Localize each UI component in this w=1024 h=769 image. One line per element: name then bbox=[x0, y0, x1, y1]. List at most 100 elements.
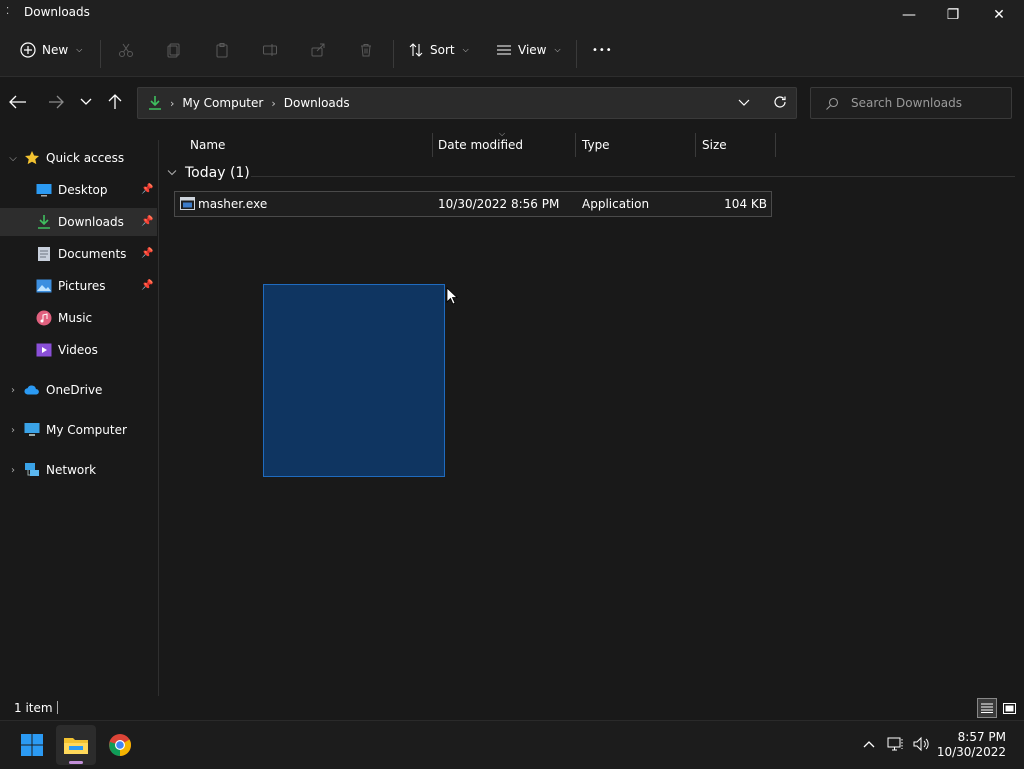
nav-label: Documents bbox=[58, 247, 127, 261]
search-box[interactable]: Search Downloads bbox=[810, 87, 1012, 119]
tiles-view-button[interactable] bbox=[999, 698, 1019, 718]
chevron-down-icon[interactable]: ⌵ bbox=[6, 153, 20, 164]
network-tray-button[interactable] bbox=[885, 733, 907, 755]
paste-button[interactable] bbox=[214, 30, 230, 70]
show-hidden-icons-button[interactable] bbox=[858, 733, 880, 755]
breadcrumb: › My Computer › Downloads bbox=[148, 95, 350, 111]
sort-button[interactable]: Sort ⌵ bbox=[408, 30, 469, 70]
chevron-down-icon: ⌵ bbox=[462, 45, 469, 54]
pin-icon[interactable]: 📌 bbox=[141, 216, 153, 228]
taskbar-file-explorer[interactable] bbox=[56, 725, 96, 765]
item-count: 1 item bbox=[14, 701, 53, 715]
status-divider bbox=[57, 701, 58, 714]
table-row[interactable]: masher.exe 10/30/2022 8:56 PM Applicatio… bbox=[174, 191, 772, 217]
clipboard-icon bbox=[216, 43, 228, 58]
column-header-date[interactable]: Date modified bbox=[438, 133, 523, 157]
pin-icon[interactable]: 📌 bbox=[141, 248, 153, 260]
view-button[interactable]: View ⌵ bbox=[496, 30, 561, 70]
app-icon: ⁚ bbox=[6, 6, 10, 17]
computer-icon bbox=[24, 422, 40, 438]
chevron-right-icon[interactable]: › bbox=[6, 425, 20, 436]
nav-my-computer[interactable]: › My Computer bbox=[0, 416, 157, 444]
address-history-button[interactable] bbox=[738, 96, 750, 110]
nav-onedrive[interactable]: › OneDrive bbox=[0, 376, 157, 404]
rename-button[interactable] bbox=[262, 30, 278, 70]
title-bar: ⁚ Downloads — ❐ ✕ bbox=[0, 0, 1024, 30]
chrome-icon bbox=[109, 734, 131, 756]
column-header-size[interactable]: Size bbox=[702, 133, 727, 157]
forward-button[interactable] bbox=[42, 87, 70, 117]
arrow-up-icon bbox=[108, 94, 122, 109]
details-view-button[interactable] bbox=[977, 698, 997, 718]
column-divider[interactable] bbox=[695, 133, 696, 157]
nav-label: Downloads bbox=[58, 215, 124, 229]
nav-label: Quick access bbox=[46, 151, 125, 165]
back-button[interactable] bbox=[4, 87, 32, 117]
nav-item-downloads[interactable]: Downloads 📌 bbox=[0, 208, 157, 236]
breadcrumb-downloads[interactable]: Downloads bbox=[284, 96, 350, 110]
window-title: Downloads bbox=[24, 5, 90, 19]
chevron-right-icon[interactable]: › bbox=[6, 465, 20, 476]
clock[interactable]: 8:57 PM 10/30/2022 bbox=[937, 730, 1006, 760]
video-icon bbox=[36, 342, 52, 358]
scissors-icon bbox=[119, 43, 133, 57]
more-options-button[interactable]: ••• bbox=[592, 30, 613, 70]
address-bar[interactable]: › My Computer › Downloads bbox=[137, 87, 797, 119]
new-label: New bbox=[42, 43, 69, 57]
group-header-today[interactable]: Today (1) bbox=[167, 165, 250, 181]
close-button[interactable]: ✕ bbox=[976, 0, 1022, 30]
recent-locations-button[interactable] bbox=[72, 87, 100, 117]
nav-label: Videos bbox=[58, 343, 98, 357]
speaker-icon bbox=[913, 736, 929, 752]
nav-label: Desktop bbox=[58, 183, 108, 197]
column-divider[interactable] bbox=[432, 133, 433, 157]
selection-rectangle bbox=[263, 284, 445, 477]
nav-item-documents[interactable]: Documents 📌 bbox=[0, 240, 157, 268]
download-icon bbox=[149, 96, 161, 110]
up-button[interactable] bbox=[101, 87, 129, 117]
nav-network[interactable]: › Network bbox=[0, 456, 157, 484]
divider bbox=[576, 40, 577, 68]
sort-label: Sort bbox=[430, 43, 455, 57]
music-icon bbox=[36, 310, 52, 326]
pin-icon[interactable]: 📌 bbox=[141, 184, 153, 196]
folder-icon bbox=[64, 738, 88, 754]
chevron-right-icon[interactable]: › bbox=[6, 385, 20, 396]
file-list[interactable]: Name Date modified ⌵ Type Size Today (1)… bbox=[159, 127, 1024, 696]
group-divider bbox=[251, 176, 1015, 177]
nav-item-desktop[interactable]: Desktop 📌 bbox=[0, 176, 157, 204]
divider bbox=[100, 40, 101, 68]
nav-item-videos[interactable]: Videos bbox=[0, 336, 157, 364]
nav-item-music[interactable]: Music bbox=[0, 304, 157, 332]
column-divider[interactable] bbox=[775, 133, 776, 157]
trash-icon bbox=[361, 44, 371, 57]
nav-quick-access[interactable]: ⌵ Quick access bbox=[0, 144, 157, 172]
chevron-down-icon bbox=[80, 98, 92, 105]
clock-time: 8:57 PM bbox=[957, 730, 1006, 744]
taskbar-chrome[interactable] bbox=[100, 725, 140, 765]
tiles-view-icon bbox=[1002, 702, 1016, 714]
breadcrumb-my-computer[interactable]: My Computer bbox=[182, 96, 263, 110]
share-button[interactable] bbox=[310, 30, 326, 70]
search-placeholder: Search Downloads bbox=[851, 96, 962, 110]
command-bar: New ⌵ Sort ⌵ View ⌵ ••• bbox=[0, 30, 1024, 77]
minimize-button[interactable]: — bbox=[886, 0, 932, 30]
column-header-name[interactable]: Name bbox=[190, 133, 225, 157]
chevron-right-icon: › bbox=[170, 96, 175, 110]
delete-button[interactable] bbox=[358, 30, 374, 70]
maximize-button[interactable]: ❐ bbox=[930, 0, 976, 30]
refresh-button[interactable] bbox=[773, 95, 787, 112]
column-header-type[interactable]: Type bbox=[582, 133, 610, 157]
file-size: 104 KB bbox=[724, 197, 767, 211]
copy-button[interactable] bbox=[166, 30, 182, 70]
cut-button[interactable] bbox=[118, 30, 134, 70]
column-divider[interactable] bbox=[575, 133, 576, 157]
nav-item-pictures[interactable]: Pictures 📌 bbox=[0, 272, 157, 300]
share-icon bbox=[311, 43, 325, 57]
new-button[interactable]: New ⌵ bbox=[20, 30, 82, 70]
document-icon bbox=[36, 246, 52, 262]
start-button[interactable] bbox=[12, 725, 52, 765]
file-type: Application bbox=[582, 197, 650, 211]
volume-button[interactable] bbox=[910, 733, 932, 755]
pin-icon[interactable]: 📌 bbox=[141, 280, 153, 292]
